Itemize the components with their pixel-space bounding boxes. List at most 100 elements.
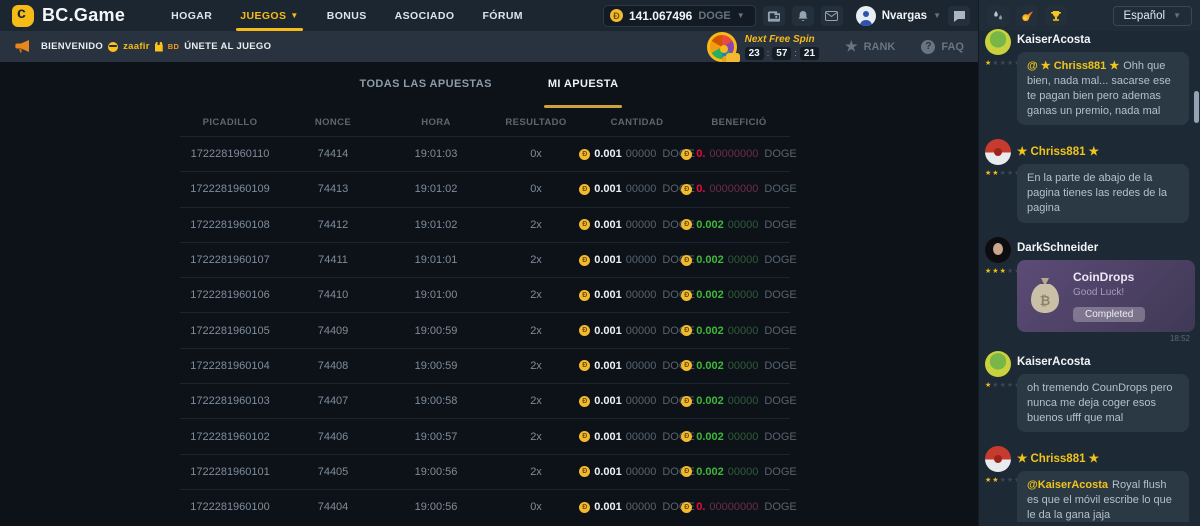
doge-coin-icon: Đ	[681, 466, 692, 477]
free-spin-label: Next Free Spin	[745, 34, 819, 45]
col-header-amount: CANTIDAD	[586, 117, 688, 128]
bets-table: PICADILLO NONCE HORA RESULTADO CANTIDAD …	[180, 108, 790, 524]
cell-amount: Đ0.00100000DOGE	[586, 395, 688, 407]
rank-link[interactable]: ★ RANK	[845, 38, 895, 55]
chat-username[interactable]: KaiserAcosta	[1017, 34, 1192, 46]
svg-text:₿: ₿	[1040, 293, 1051, 308]
nav-item-hogar[interactable]: HOGAR	[157, 0, 226, 31]
faq-label: FAQ	[941, 41, 964, 53]
cell-profit: Đ0.00200000DOGE	[688, 219, 790, 231]
level-star-icon: ★	[992, 267, 998, 275]
doge-coin-icon: Đ	[579, 219, 590, 230]
brand-name: BC.Game	[42, 5, 125, 26]
currency-label: DOGE	[764, 148, 796, 160]
doge-coin-icon: Đ	[681, 431, 692, 442]
chat-username[interactable]: ★ Chriss881 ★	[1017, 451, 1192, 465]
nav-item-fórum[interactable]: FÓRUM	[468, 0, 537, 31]
nav-item-juegos[interactable]: JUEGOS▼	[226, 0, 313, 31]
cell-time: 19:01:00	[386, 289, 486, 301]
message-content: @ ★ Chriss881 ★Ohh que bien, nada mal...…	[1017, 52, 1192, 125]
chat-sidebar: Español ▼ ★★★★★ KaiserAcosta @ ★ Chriss8…	[978, 0, 1200, 526]
rank-label: RANK	[864, 41, 896, 53]
col-header-nonce: NONCE	[280, 117, 386, 128]
level-star-icon: ★	[985, 267, 991, 275]
table-row[interactable]: 1722281960100 74404 19:00:56 0x Đ0.00100…	[180, 489, 790, 524]
table-row[interactable]: 1722281960104 74408 19:00:59 2x Đ0.00100…	[180, 348, 790, 383]
cell-time: 19:00:59	[386, 325, 486, 337]
table-row[interactable]: 1722281960109 74413 19:01:02 0x Đ0.00100…	[180, 171, 790, 206]
coindrop-rain-button[interactable]	[987, 6, 1009, 26]
cell-time: 19:00:58	[386, 395, 486, 407]
language-selector[interactable]: Español ▼	[1113, 6, 1192, 26]
chat-message: ★★★★★ DarkSchneider ₿ CoinDrops Good Luc…	[985, 237, 1192, 343]
user-menu[interactable]: Nvargas ▼	[856, 6, 941, 26]
doge-coin-icon: Đ	[579, 149, 590, 160]
chat-toggle-button[interactable]	[948, 6, 970, 26]
nav-item-bonus[interactable]: BONUS	[313, 0, 381, 31]
table-row[interactable]: 1722281960108 74412 19:01:02 2x Đ0.00100…	[180, 207, 790, 242]
table-row[interactable]: 1722281960106 74410 19:01:00 2x Đ0.00100…	[180, 277, 790, 312]
chat-username[interactable]: ★ Chriss881 ★	[1017, 144, 1192, 158]
table-row[interactable]: 1722281960107 74411 19:01:01 2x Đ0.00100…	[180, 242, 790, 277]
brand-logo[interactable]: BC.Game	[12, 5, 125, 27]
coindrop-card[interactable]: ₿ CoinDrops Good Luck! Completed	[1017, 260, 1195, 332]
cell-nonce: 74413	[280, 183, 386, 195]
balance-selector[interactable]: Đ 141.067496 DOGE ▼	[603, 5, 756, 27]
avatar[interactable]	[985, 139, 1011, 165]
wallet-button[interactable]	[763, 6, 785, 26]
message-content: En la parte de abajo de la pagina tienes…	[1017, 164, 1192, 223]
chat-bubble: En la parte de abajo de la pagina tienes…	[1017, 164, 1189, 223]
messages-button[interactable]	[821, 6, 843, 26]
megaphone-icon	[14, 39, 31, 54]
nav-item-asociado[interactable]: ASOCIADO	[381, 0, 469, 31]
level-star-icon: ★	[1007, 267, 1013, 275]
cell-time: 19:01:01	[386, 254, 486, 266]
chat-message-list[interactable]: ★★★★★ KaiserAcosta @ ★ Chriss881 ★Ohh qu…	[979, 27, 1200, 522]
cell-profit: Đ0.00200000DOGE	[688, 325, 790, 337]
tab-all-bets[interactable]: TODAS LAS APUESTAS	[360, 78, 492, 108]
doge-coin-icon: Đ	[681, 255, 692, 266]
avatar[interactable]	[985, 351, 1011, 377]
cell-hash: 1722281960110	[180, 148, 280, 160]
balance-currency: DOGE	[698, 10, 730, 22]
chat-scrollbar[interactable]	[1194, 91, 1199, 123]
free-spin-widget[interactable]: Next Free Spin 23:57:21	[707, 32, 819, 62]
col-header-time: HORA	[386, 117, 486, 128]
avatar[interactable]	[985, 237, 1011, 263]
avatar[interactable]	[985, 446, 1011, 472]
user-level-stars: ★★★★★	[985, 381, 1020, 389]
avatar[interactable]	[985, 29, 1011, 55]
table-row[interactable]: 1722281960101 74405 19:00:56 2x Đ0.00100…	[180, 454, 790, 489]
table-row[interactable]: 1722281960103 74407 19:00:58 2x Đ0.00100…	[180, 383, 790, 418]
chat-message: ★★★★★ KaiserAcosta oh tremendo CounDrops…	[985, 351, 1192, 439]
chat-username[interactable]: KaiserAcosta	[1017, 356, 1192, 368]
wallet-icon	[767, 10, 780, 22]
level-star-icon: ★	[992, 59, 998, 67]
hot-games-button[interactable]	[1016, 6, 1038, 26]
cell-amount: Đ0.00100000DOGE	[586, 289, 688, 301]
chat-username[interactable]: DarkSchneider	[1017, 242, 1192, 254]
chat-bubble-icon	[953, 10, 966, 22]
cell-nonce: 74407	[280, 395, 386, 407]
message-meta: ★★★★★	[985, 139, 1017, 229]
faq-link[interactable]: ? FAQ	[921, 40, 964, 54]
tournament-button[interactable]	[1045, 6, 1067, 26]
message-content: ₿ CoinDrops Good Luck! Completed 18:52	[1017, 260, 1192, 343]
tab-my-bets[interactable]: MI APUESTA	[548, 78, 619, 108]
cell-profit: Đ0.00000000DOGE	[688, 183, 790, 195]
notifications-button[interactable]	[792, 6, 814, 26]
trophy-icon	[1050, 10, 1062, 22]
navbar-right: Đ 141.067496 DOGE ▼ Nvargas ▼	[603, 5, 970, 27]
timer-minutes: 57	[772, 47, 791, 60]
timer-seconds: 21	[800, 47, 819, 60]
table-row[interactable]: 1722281960110 74414 19:01:03 0x Đ0.00100…	[180, 136, 790, 171]
cell-result: 2x	[486, 325, 586, 337]
level-star-icon: ★	[985, 169, 991, 177]
message-body: ★ Chriss881 ★ @KaiserAcostaRoyal flush e…	[1017, 446, 1192, 522]
coindrop-completed-button[interactable]: Completed	[1073, 307, 1145, 322]
table-row[interactable]: 1722281960105 74409 19:00:59 2x Đ0.00100…	[180, 312, 790, 347]
chat-bubble: @KaiserAcostaRoyal flush es que el móvil…	[1017, 471, 1189, 522]
user-level-stars: ★★★★★	[985, 59, 1020, 67]
currency-label: DOGE	[764, 395, 796, 407]
table-row[interactable]: 1722281960102 74406 19:00:57 2x Đ0.00100…	[180, 418, 790, 453]
